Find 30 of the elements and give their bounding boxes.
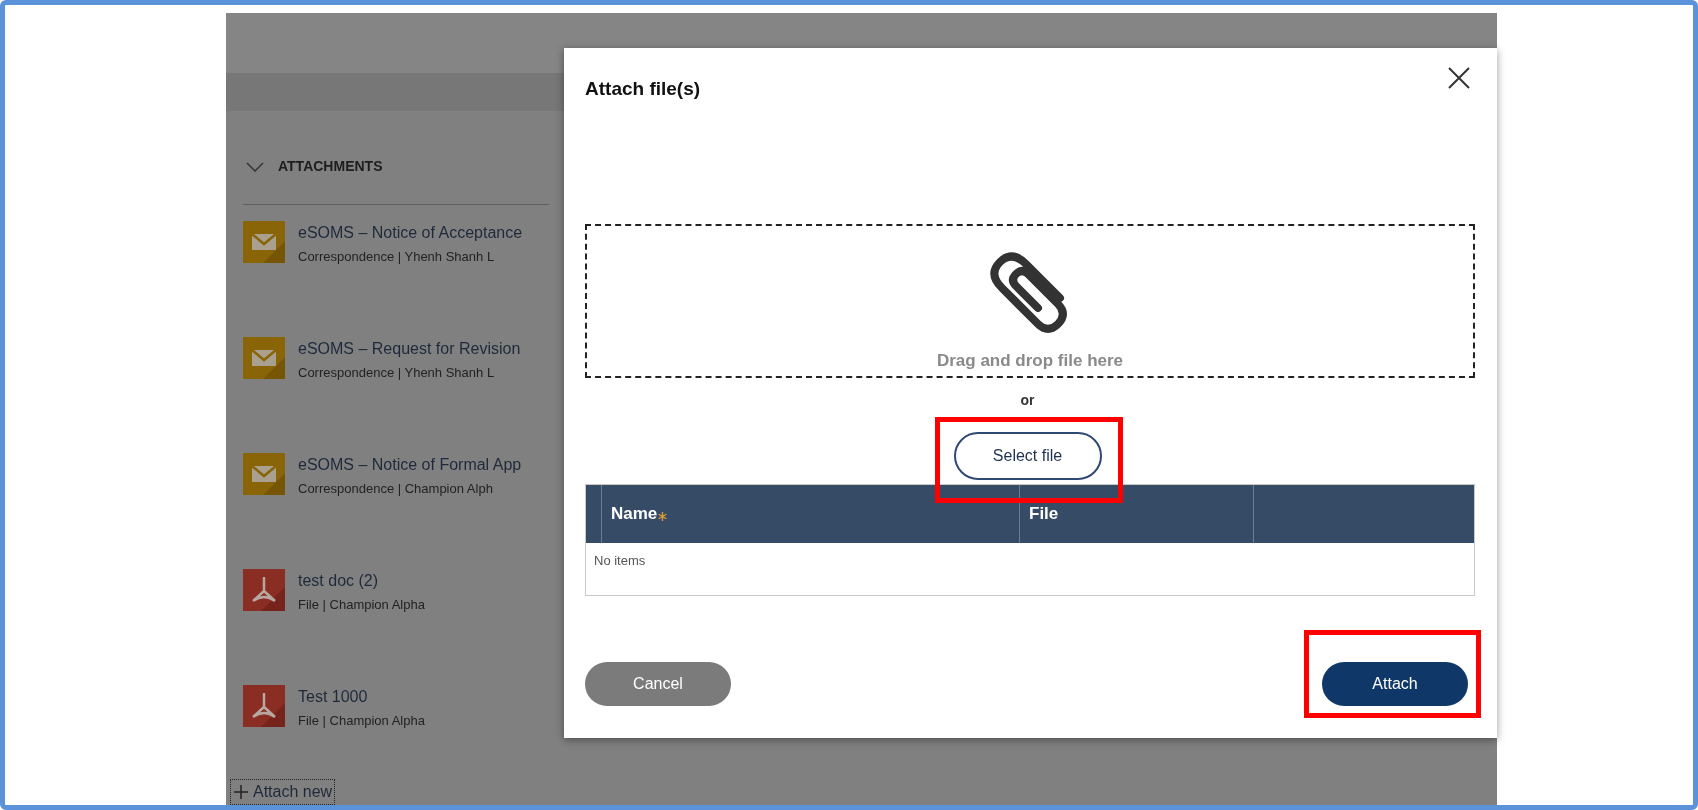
attachment-title[interactable]: Test 1000 bbox=[298, 685, 425, 709]
attachment-meta: File | Champion Alpha bbox=[298, 596, 425, 614]
attach-new-link[interactable]: Attach new bbox=[230, 779, 336, 805]
plus-icon bbox=[233, 784, 249, 800]
or-text: or bbox=[1020, 391, 1035, 408]
dialog-title: Attach file(s) bbox=[585, 77, 701, 101]
attachment-title[interactable]: eSOMS – Notice of Formal App bbox=[298, 453, 522, 477]
attachment-meta: Correspondence | Yhenh Shanh L bbox=[298, 364, 496, 382]
column-header[interactable]: Name bbox=[602, 484, 1020, 543]
cancel-button[interactable]: Cancel bbox=[585, 661, 731, 706]
select-file-button[interactable]: Select file bbox=[953, 431, 1102, 480]
attachment-meta: Correspondence | Yhenh Shanh L bbox=[298, 248, 496, 266]
attach-button[interactable]: Attach bbox=[1322, 661, 1468, 706]
drop-hint: Drag and drop file here bbox=[936, 349, 1124, 372]
column-header[interactable]: File bbox=[1020, 484, 1254, 543]
close-icon[interactable] bbox=[1448, 67, 1470, 89]
pdf-icon bbox=[243, 569, 285, 611]
section-title: ATTACHMENTS bbox=[278, 157, 383, 176]
envelope-icon bbox=[243, 337, 285, 379]
envelope-icon bbox=[243, 221, 285, 263]
drop-zone[interactable]: Drag and drop file here bbox=[585, 223, 1475, 378]
attachment-title[interactable]: eSOMS – Request for Revision bbox=[298, 337, 521, 361]
chevron-down-icon[interactable] bbox=[246, 161, 264, 172]
attachment-title[interactable]: test doc (2) bbox=[298, 569, 425, 593]
attachment-meta: Correspondence | Champion Alph bbox=[298, 480, 494, 498]
attachment-meta: File | Champion Alpha bbox=[298, 712, 425, 730]
attachment-title[interactable]: eSOMS – Notice of Acceptance bbox=[298, 221, 523, 245]
pdf-icon bbox=[243, 685, 285, 727]
envelope-icon bbox=[243, 453, 285, 495]
empty-table-text: No items bbox=[593, 551, 647, 570]
